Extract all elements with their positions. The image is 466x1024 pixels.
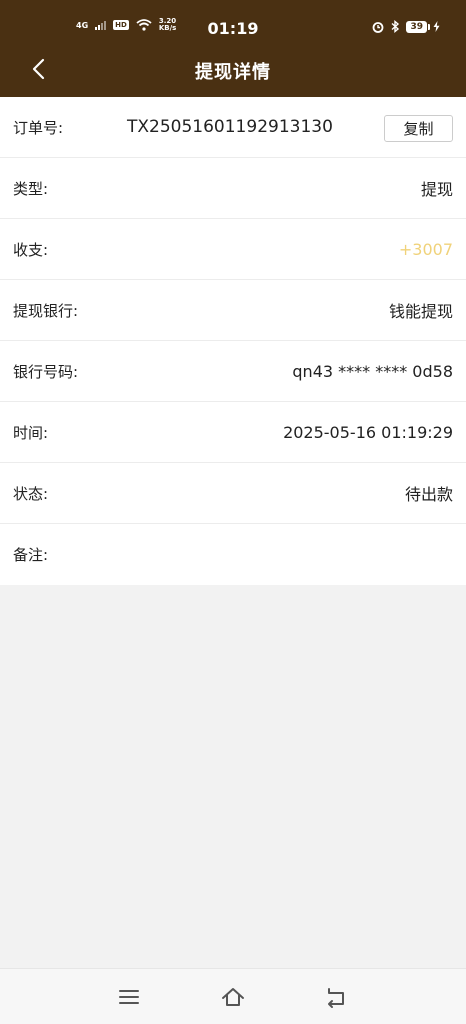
order-value: TX25051601192913130 [127,117,333,137]
status-right: 39 [372,20,440,33]
detail-row-account: 银行号码: qn43 **** **** 0d58 [0,341,466,402]
home-icon[interactable] [220,985,246,1009]
account-label: 银行号码: [13,362,79,381]
detail-row-order: 订单号: TX25051601192913130 复制 [0,97,466,158]
order-label: 订单号: [13,118,64,137]
bank-label: 提现银行: [13,301,79,320]
status-label: 状态: [13,484,49,503]
bank-value: 钱能提现 [388,302,453,321]
amount-value: +3007 [398,239,453,259]
charging-icon [433,21,440,32]
detail-row-type: 类型: 提现 [0,158,466,219]
return-icon[interactable] [323,985,349,1009]
account-value: qn43 **** **** 0d58 [292,361,453,381]
type-label: 类型: [13,179,49,198]
detail-row-note: 备注: [0,524,466,585]
detail-row-time: 时间: 2025-05-16 01:19:29 [0,402,466,463]
alarm-icon [373,21,384,33]
time-label: 时间: [13,423,49,442]
detail-row-amount: 收支: +3007 [0,219,466,280]
battery-level: 39 [410,21,423,32]
status-value: 待出款 [404,485,453,504]
detail-row-bank: 提现银行: 钱能提现 [0,280,466,341]
time-value: 2025-05-16 01:19:29 [283,422,453,442]
page-title: 提现详情 [195,62,271,83]
amount-label: 收支: [13,240,49,259]
copy-button[interactable]: 复制 [384,115,453,142]
bluetooth-icon [391,20,400,33]
type-value: 提现 [420,180,453,199]
battery-icon: 39 [406,20,430,33]
detail-row-status: 状态: 待出款 [0,463,466,524]
menu-icon[interactable] [116,985,142,1009]
note-label: 备注: [13,546,49,564]
detail-list: 订单号: TX25051601192913130 复制 类型: 提现 收支: +… [0,97,466,585]
app-header: 4G HD 3.20 KB/s 01:19 39 提现详情 [0,0,466,97]
system-nav-bar [0,968,466,1024]
status-bar: 4G HD 3.20 KB/s 01:19 39 [0,0,466,52]
